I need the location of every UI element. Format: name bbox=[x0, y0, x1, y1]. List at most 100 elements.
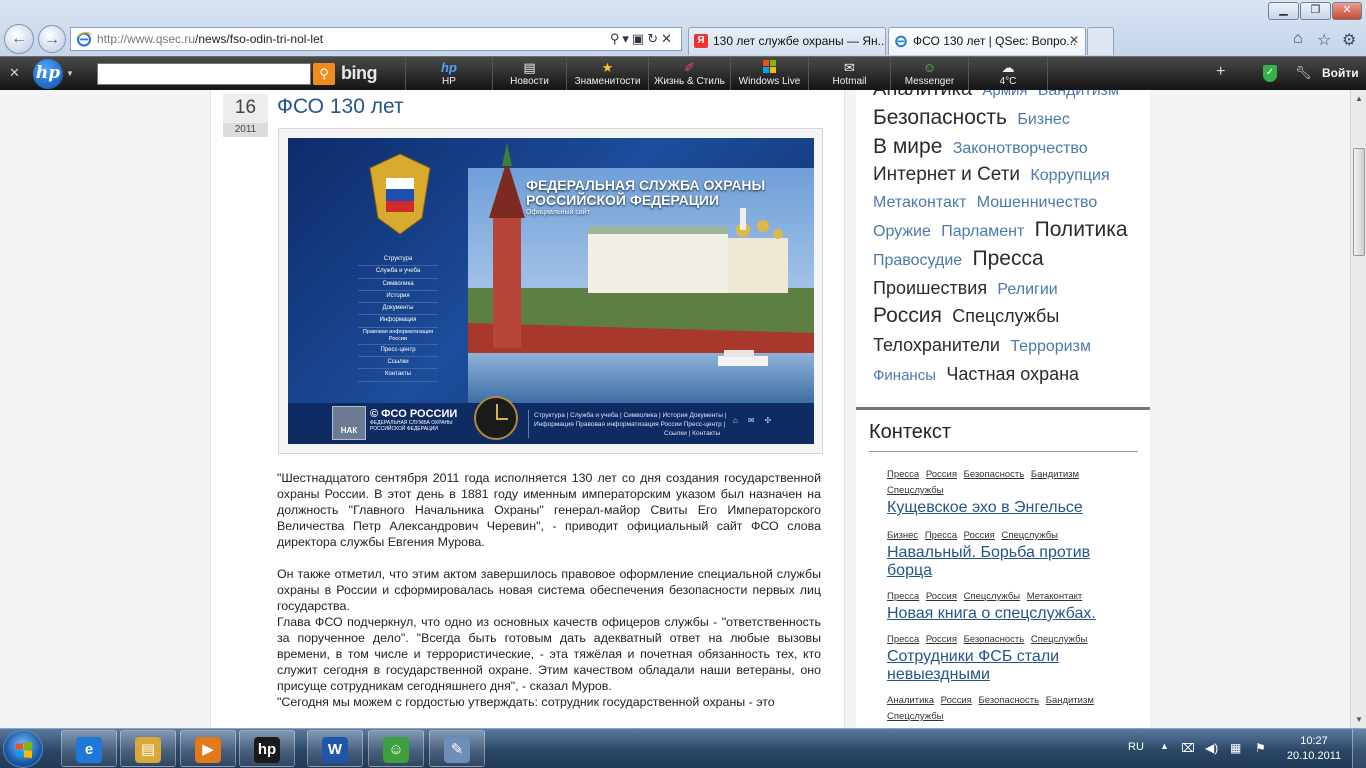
scroll-thumb[interactable] bbox=[1353, 148, 1365, 256]
scroll-up-icon[interactable]: ▲ bbox=[1351, 90, 1366, 107]
wrench-icon[interactable]: 🔧︎ bbox=[1295, 65, 1312, 81]
context-tag-link[interactable]: Спецслужбы bbox=[887, 711, 944, 722]
settings-gear-icon[interactable]: ⚙ bbox=[1342, 30, 1356, 50]
context-tag-link[interactable]: Безопасность bbox=[964, 469, 1025, 480]
tag-link[interactable]: Правосудие bbox=[873, 252, 962, 269]
security-shield-icon[interactable]: ✓ bbox=[1263, 65, 1277, 82]
tag-link[interactable]: В мире bbox=[873, 135, 942, 158]
hp-item-lifestyle[interactable]: ✐ Жизнь & Стиль bbox=[648, 57, 730, 91]
hp-item-hp[interactable]: hp HP bbox=[405, 57, 492, 91]
hp-item-celebrities[interactable]: ★ Знаменитости bbox=[566, 57, 648, 91]
scroll-down-icon[interactable]: ▼ bbox=[1351, 711, 1366, 728]
back-button[interactable]: ← bbox=[4, 24, 34, 54]
context-tag-link[interactable]: Россия bbox=[964, 530, 995, 541]
context-tag-link[interactable]: Пресса bbox=[887, 591, 919, 602]
taskbar-paint[interactable]: ✎ bbox=[429, 730, 485, 767]
tab-qsec-active[interactable]: ФСО 130 лет | QSec: Вопро... ✕ bbox=[888, 27, 1086, 55]
context-tag-link[interactable]: Бизнес bbox=[887, 530, 918, 541]
tag-link[interactable]: Религии bbox=[997, 281, 1057, 298]
tag-link[interactable]: Оружие bbox=[873, 223, 931, 240]
context-tag-link[interactable]: Спецслужбы bbox=[887, 485, 944, 496]
context-tag-link[interactable]: Аналитика bbox=[887, 695, 934, 706]
context-tag-link[interactable]: Бандитизм bbox=[1031, 469, 1079, 480]
home-icon[interactable]: ⌂ bbox=[1293, 30, 1303, 48]
page-scrollbar[interactable]: ▲ ▼ bbox=[1350, 90, 1366, 728]
taskbar-hp-app[interactable]: hp bbox=[239, 730, 295, 767]
context-tag-link[interactable]: Бандитизм bbox=[1046, 695, 1094, 706]
context-tag-link[interactable]: Пресса bbox=[925, 530, 957, 541]
tag-link[interactable]: Коррупция bbox=[1030, 167, 1109, 184]
search-icon[interactable]: ⚲ bbox=[610, 31, 623, 46]
taskbar-word[interactable]: W bbox=[307, 730, 363, 767]
show-desktop-button[interactable] bbox=[1352, 729, 1366, 768]
tag-link[interactable]: Интернет и Сети bbox=[873, 164, 1020, 185]
tag-link[interactable]: Мошенничество bbox=[977, 194, 1098, 211]
tag-link[interactable]: Аналитика bbox=[873, 90, 972, 100]
context-tag-link[interactable]: Метаконтакт bbox=[1027, 591, 1082, 602]
context-tag-link[interactable]: Спецслужбы bbox=[964, 591, 1021, 602]
login-link[interactable]: Войти bbox=[1322, 66, 1359, 80]
context-item-title[interactable]: Кущевское эхо в Энгельсе bbox=[887, 499, 1137, 517]
usb-device-icon[interactable]: ⌧ bbox=[1181, 741, 1195, 755]
context-tag-link[interactable]: Россия bbox=[941, 695, 972, 706]
refresh-icon[interactable]: ↻ bbox=[647, 31, 661, 46]
tag-link[interactable]: Политика bbox=[1035, 218, 1128, 241]
tag-link[interactable]: Бизнес bbox=[1017, 111, 1070, 128]
chevron-down-icon[interactable]: ▼ bbox=[66, 69, 74, 78]
minimize-button[interactable]: ▁ bbox=[1268, 2, 1299, 20]
bing-search-input[interactable] bbox=[97, 63, 311, 85]
stop-icon[interactable]: ✕ bbox=[661, 31, 675, 46]
tag-link[interactable]: Безопасность bbox=[873, 106, 1007, 129]
hp-item-hotmail[interactable]: ✉ Hotmail bbox=[808, 57, 890, 91]
tag-link[interactable]: Россия bbox=[873, 304, 942, 327]
context-tag-link[interactable]: Россия bbox=[926, 469, 957, 480]
taskbar-media-player[interactable]: ▶ bbox=[180, 730, 236, 767]
tag-link[interactable]: Терроризм bbox=[1010, 338, 1091, 355]
context-tag-link[interactable]: Спецслужбы bbox=[1001, 530, 1058, 541]
tag-link[interactable]: Частная охрана bbox=[946, 364, 1079, 384]
context-tag-link[interactable]: Россия bbox=[926, 634, 957, 645]
toolbar-close-icon[interactable]: ✕ bbox=[9, 65, 20, 81]
hp-item-windows-live[interactable]: Windows Live bbox=[730, 57, 808, 91]
network-icon[interactable]: ▦ bbox=[1230, 741, 1241, 755]
add-icon[interactable]: + bbox=[1216, 63, 1225, 81]
context-item-title[interactable]: Сотрудники ФСБ стали невыездными bbox=[887, 648, 1137, 684]
tag-link[interactable]: Метаконтакт bbox=[873, 194, 966, 211]
context-tag-link[interactable]: Безопасность bbox=[978, 695, 1039, 706]
new-tab-button[interactable] bbox=[1087, 27, 1114, 55]
context-tag-link[interactable]: Пресса bbox=[887, 634, 919, 645]
tag-link[interactable]: Армия bbox=[982, 90, 1027, 99]
context-tag-link[interactable]: Спецслужбы bbox=[1031, 634, 1088, 645]
context-item-title[interactable]: Новая книга о спецслужбах. bbox=[887, 605, 1137, 623]
hp-item-weather[interactable]: ☁ 4°C bbox=[968, 57, 1048, 91]
taskbar-internet-explorer[interactable]: e bbox=[61, 730, 117, 767]
context-tag-link[interactable]: Безопасность bbox=[964, 634, 1025, 645]
hp-logo-icon[interactable]: hp bbox=[33, 59, 63, 89]
tag-link[interactable]: Законотворчество bbox=[953, 140, 1088, 157]
tray-clock[interactable]: 10:27 20.10.2011 bbox=[1286, 734, 1342, 764]
hp-item-news[interactable]: ▤ Новости bbox=[492, 57, 566, 91]
tab-yandex[interactable]: Я 130 лет службе охраны — Ян... bbox=[688, 27, 886, 55]
tag-link[interactable]: Парламент bbox=[941, 223, 1024, 240]
context-tag-link[interactable]: Пресса bbox=[887, 469, 919, 480]
tab-close-icon[interactable]: ✕ bbox=[1069, 33, 1079, 47]
start-button[interactable] bbox=[3, 730, 43, 768]
tag-link[interactable]: Бандитизм bbox=[1038, 90, 1119, 99]
tag-link[interactable]: Спецслужбы bbox=[952, 306, 1059, 326]
tag-link[interactable]: Телохранители bbox=[873, 335, 1000, 355]
flag-notification-icon[interactable]: ⚑ bbox=[1255, 741, 1266, 755]
tag-link[interactable]: Финансы bbox=[873, 367, 936, 384]
dropdown-icon[interactable]: ▾ bbox=[622, 31, 632, 46]
address-bar[interactable]: http://www.qsec.ru/news/fso-odin-tri-nol… bbox=[70, 27, 682, 51]
context-tag-link[interactable]: Россия bbox=[926, 591, 957, 602]
favorites-star-icon[interactable]: ☆ bbox=[1317, 30, 1331, 50]
compat-view-icon[interactable]: ▣ bbox=[632, 31, 647, 46]
close-window-button[interactable]: ✕ bbox=[1332, 2, 1362, 20]
input-language[interactable]: RU bbox=[1128, 741, 1144, 753]
taskbar-messenger[interactable]: ☺ bbox=[368, 730, 424, 767]
hp-item-messenger[interactable]: ☺ Messenger bbox=[890, 57, 968, 91]
article-title[interactable]: ФСО 130 лет bbox=[277, 95, 404, 119]
forward-button[interactable]: → bbox=[38, 25, 66, 53]
maximize-button[interactable]: ❐ bbox=[1300, 2, 1331, 20]
context-item-title[interactable]: Навальный. Борьба против борца bbox=[887, 544, 1137, 580]
